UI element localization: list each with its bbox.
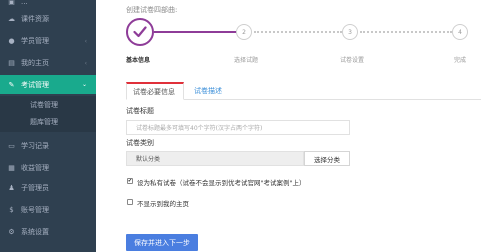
hide-homepage-checkbox[interactable]	[127, 199, 133, 205]
gear-icon: ⚙	[8, 228, 15, 236]
sidebar-item-label: 子管理员	[21, 184, 49, 192]
step-1-label: 基本信息	[126, 57, 151, 64]
sidebar-item-label: 我的主页	[21, 59, 49, 67]
check-icon	[133, 26, 147, 38]
dashboard-icon: ▣	[8, 0, 15, 6]
sidebar-item-account[interactable]: $ 账号管理	[0, 202, 96, 218]
step-2-label: 选择试题	[234, 57, 259, 64]
dollar-icon: $	[9, 206, 14, 214]
sidebar-item-top[interactable]: ▣ ...	[0, 0, 96, 10]
exam-icon: ✎	[8, 80, 15, 89]
sidebar-item-label: 系统设置	[21, 228, 49, 236]
sidebar-item-settings[interactable]: ⚙ 系统设置	[0, 224, 96, 240]
doc-icon: ▭	[8, 142, 15, 150]
form-tabs: 试卷必要信息 试卷描述	[126, 82, 481, 100]
step-connector	[154, 31, 236, 33]
sidebar-item-label: ...	[21, 0, 28, 6]
title-label: 试卷标题	[126, 107, 154, 115]
app-page: ▣ ... ☁ 课件资源 ● 学员管理 ‹ ▤ 我的主页 ‹ ✎ 考试管理 ⌄ …	[0, 0, 481, 252]
title-input[interactable]: 试卷标题最多可填写40个字符(汉字占两个字符)	[126, 120, 350, 135]
sidebar-item-courseware[interactable]: ☁ 课件资源	[0, 11, 96, 27]
sidebar-item-label: 账号管理	[21, 206, 49, 214]
tab-required-info[interactable]: 试卷必要信息	[126, 82, 184, 100]
private-checkbox[interactable]: ✔	[127, 178, 133, 184]
step-4-label: 完成	[454, 57, 467, 64]
step-connector	[254, 31, 342, 33]
sidebar-item-homepage[interactable]: ▤ 我的主页 ‹	[0, 55, 96, 71]
private-checkbox-label: 设为私有试卷（试卷不会显示到优考试官网"考试案例"上）	[137, 179, 306, 187]
bookmark-icon: ▤	[8, 59, 15, 67]
sidebar: ▣ ... ☁ 课件资源 ● 学员管理 ‹ ▤ 我的主页 ‹ ✎ 考试管理 ⌄ …	[0, 0, 96, 252]
sidebar-item-label: 课件资源	[21, 15, 49, 23]
step-4-circle: 4	[452, 24, 468, 40]
sidebar-submenu: 试卷管理 题库管理	[0, 96, 96, 132]
chevron-left-icon: ‹	[84, 59, 87, 67]
step-3-label: 试卷设置	[340, 57, 365, 64]
users-icon: ●	[8, 37, 15, 45]
save-next-button[interactable]: 保存并进入下一步	[126, 234, 198, 251]
sidebar-item-label: 考试管理	[21, 80, 49, 89]
wallet-icon: ▦	[8, 164, 15, 172]
step-3-circle: 3	[342, 24, 358, 40]
sidebar-item-exams[interactable]: ✎ 考试管理 ⌄	[0, 75, 96, 94]
sidebar-item-label: 收益管理	[21, 164, 49, 172]
sidebar-item-records[interactable]: ▭ 学习记录	[0, 138, 96, 154]
step-2-circle: 2	[236, 24, 252, 40]
cloud-icon: ☁	[8, 15, 15, 23]
category-field: 默认分类	[126, 151, 304, 166]
chevron-left-icon: ‹	[84, 37, 87, 45]
sidebar-subitem-paper[interactable]: 试卷管理	[30, 100, 58, 110]
category-label: 试卷类别	[126, 139, 154, 147]
step-1-circle	[126, 18, 154, 46]
chevron-down-icon: ⌄	[81, 81, 87, 88]
sidebar-subitem-bank[interactable]: 题库管理	[30, 117, 58, 127]
sidebar-item-label: 学习记录	[21, 142, 49, 150]
tab-description[interactable]: 试卷描述	[188, 82, 228, 100]
hide-homepage-label: 不显示到我的主页	[137, 200, 189, 208]
choose-category-button[interactable]: 选择分类	[304, 151, 350, 166]
user-icon: ♟	[8, 184, 15, 192]
sidebar-item-label: 学员管理	[21, 37, 49, 45]
main-content: 创建试卷四部曲: 2 3 4 基本信息 选择试题 试卷设置 完成 试卷必要信息 …	[96, 0, 481, 252]
sidebar-item-revenue[interactable]: ▦ 收益管理	[0, 160, 96, 176]
sidebar-item-students[interactable]: ● 学员管理 ‹	[0, 33, 96, 49]
sidebar-item-subadmin[interactable]: ♟ 子管理员	[0, 180, 96, 196]
step-connector	[360, 31, 452, 33]
section-title: 创建试卷四部曲:	[126, 6, 178, 14]
